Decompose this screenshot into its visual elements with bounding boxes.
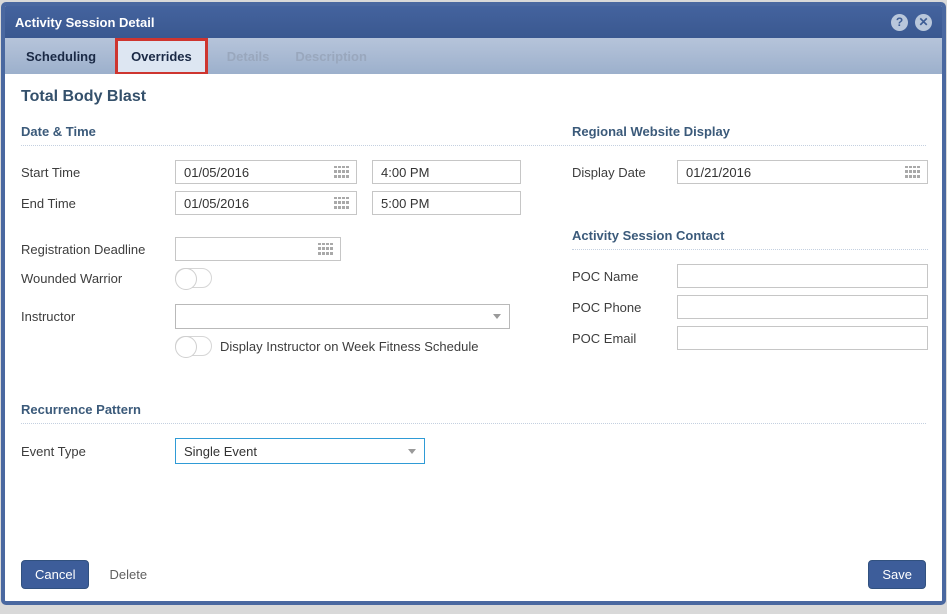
registration-deadline-label: Registration Deadline [21,242,175,257]
poc-email-label: POC Email [572,331,677,346]
section-header-row: Date & Time Regional Website Display [21,124,926,146]
end-date-input[interactable] [176,192,332,214]
delete-button[interactable]: Delete [109,567,147,582]
poc-name-label: POC Name [572,269,677,284]
dialog-titlebar: Activity Session Detail ? ✕ [5,6,942,38]
activity-session-detail-dialog: Activity Session Detail ? ✕ Scheduling O… [1,2,946,605]
tab-description[interactable]: Description [282,41,380,72]
dialog-content: Total Body Blast Date & Time Regional We… [5,74,942,601]
poc-name-row: POC Name [572,264,928,288]
wounded-warrior-row: Wounded Warrior [21,268,572,288]
registration-deadline-input[interactable] [176,238,316,260]
registration-deadline-field [175,237,341,261]
help-icon[interactable]: ? [891,14,908,31]
display-date-calendar-icon[interactable] [903,166,927,179]
tab-scheduling[interactable]: Scheduling [13,41,109,72]
save-button[interactable]: Save [868,560,926,589]
registration-deadline-row: Registration Deadline [21,237,572,261]
poc-phone-label: POC Phone [572,300,677,315]
instructor-row: Instructor [21,304,572,329]
form-columns: Start Time [21,160,926,396]
close-icon[interactable]: ✕ [915,14,932,31]
end-time-label: End Time [21,196,175,211]
instructor-label: Instructor [21,309,175,324]
display-date-row: Display Date [572,160,928,184]
section-title-recurrence-pattern: Recurrence Pattern [21,402,141,417]
end-time-row: End Time [21,191,572,215]
chevron-down-icon [493,314,501,319]
instructor-dropdown[interactable] [175,304,510,329]
annotation-highlight-box: Overrides [115,38,208,75]
tab-overrides[interactable]: Overrides [118,41,205,72]
end-date-field [175,191,357,215]
section-title-date-time: Date & Time [21,124,572,139]
section-title-regional-website-display: Regional Website Display [572,124,730,139]
section-header-row-recurrence: Recurrence Pattern [21,402,926,424]
tab-bar: Scheduling Overrides Details Description [5,38,942,74]
event-type-row: Event Type Single Event [21,438,926,464]
start-date-input[interactable] [176,161,332,183]
chevron-down-icon [408,449,416,454]
poc-name-input[interactable] [677,264,928,288]
tab-details[interactable]: Details [214,41,283,72]
display-instructor-row: Display Instructor on Week Fitness Sched… [175,336,572,356]
start-time-input[interactable] [372,160,521,184]
poc-email-input[interactable] [677,326,928,350]
dialog-footer: Cancel Delete Save [21,550,926,589]
wounded-warrior-label: Wounded Warrior [21,271,175,286]
display-instructor-toggle-label: Display Instructor on Week Fitness Sched… [220,339,478,354]
start-date-calendar-icon[interactable] [332,166,356,179]
poc-phone-input[interactable] [677,295,928,319]
event-type-dropdown[interactable]: Single Event [175,438,425,464]
end-date-calendar-icon[interactable] [332,197,356,210]
display-date-label: Display Date [572,165,677,180]
display-date-input[interactable] [678,161,903,183]
right-column: Display Date [572,160,928,396]
start-time-label: Start Time [21,165,175,180]
start-time-row: Start Time [21,160,572,184]
start-date-field [175,160,357,184]
wounded-warrior-toggle[interactable] [175,268,212,288]
event-type-dropdown-value: Single Event [184,444,408,459]
dialog-title: Activity Session Detail [15,15,154,30]
left-column: Start Time [21,160,572,396]
page-title: Total Body Blast [21,88,926,106]
section-title-activity-session-contact: Activity Session Contact [572,228,928,250]
end-time-input[interactable] [372,191,521,215]
poc-email-row: POC Email [572,326,928,350]
registration-deadline-calendar-icon[interactable] [316,243,340,256]
cancel-button[interactable]: Cancel [21,560,89,589]
poc-phone-row: POC Phone [572,295,928,319]
display-instructor-toggle[interactable] [175,336,212,356]
event-type-label: Event Type [21,444,175,459]
display-date-field [677,160,928,184]
